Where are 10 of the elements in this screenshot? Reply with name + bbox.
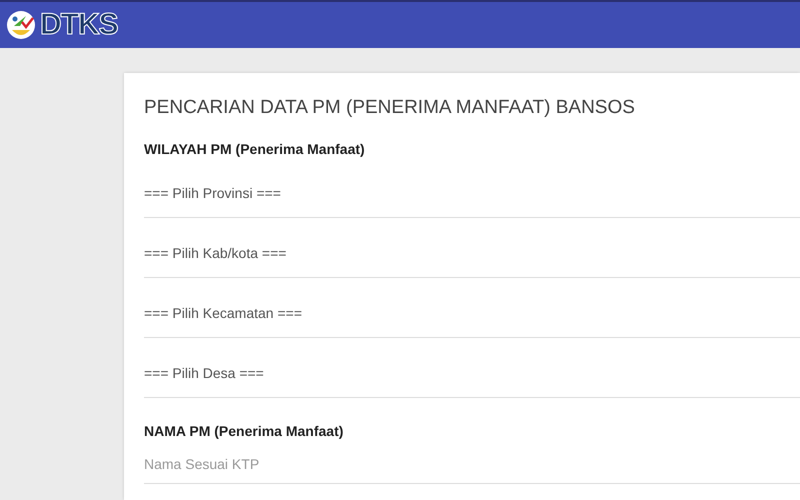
section-heading: NAMA PM (Penerima Manfaat) <box>144 422 344 440</box>
form-title: PENCARIAN DATA PM (PENERIMA MANFAAT) BANSOS <box>144 96 636 120</box>
region-select[interactable]: === Pilih Desa === <box>144 350 800 398</box>
section-heading: WILAYAH PM (Penerima Manfaat) <box>144 140 366 158</box>
region-select[interactable]: === Pilih Kecamatan === <box>144 290 800 338</box>
region-select[interactable]: === Pilih Kab/kota === <box>144 230 800 278</box>
region-select[interactable]: === Pilih Provinsi === <box>144 170 800 218</box>
name-field[interactable]: Nama Sesuai KTP <box>144 454 800 484</box>
logo-emblem-icon <box>4 10 38 40</box>
logo-text: DTKS <box>40 10 118 40</box>
